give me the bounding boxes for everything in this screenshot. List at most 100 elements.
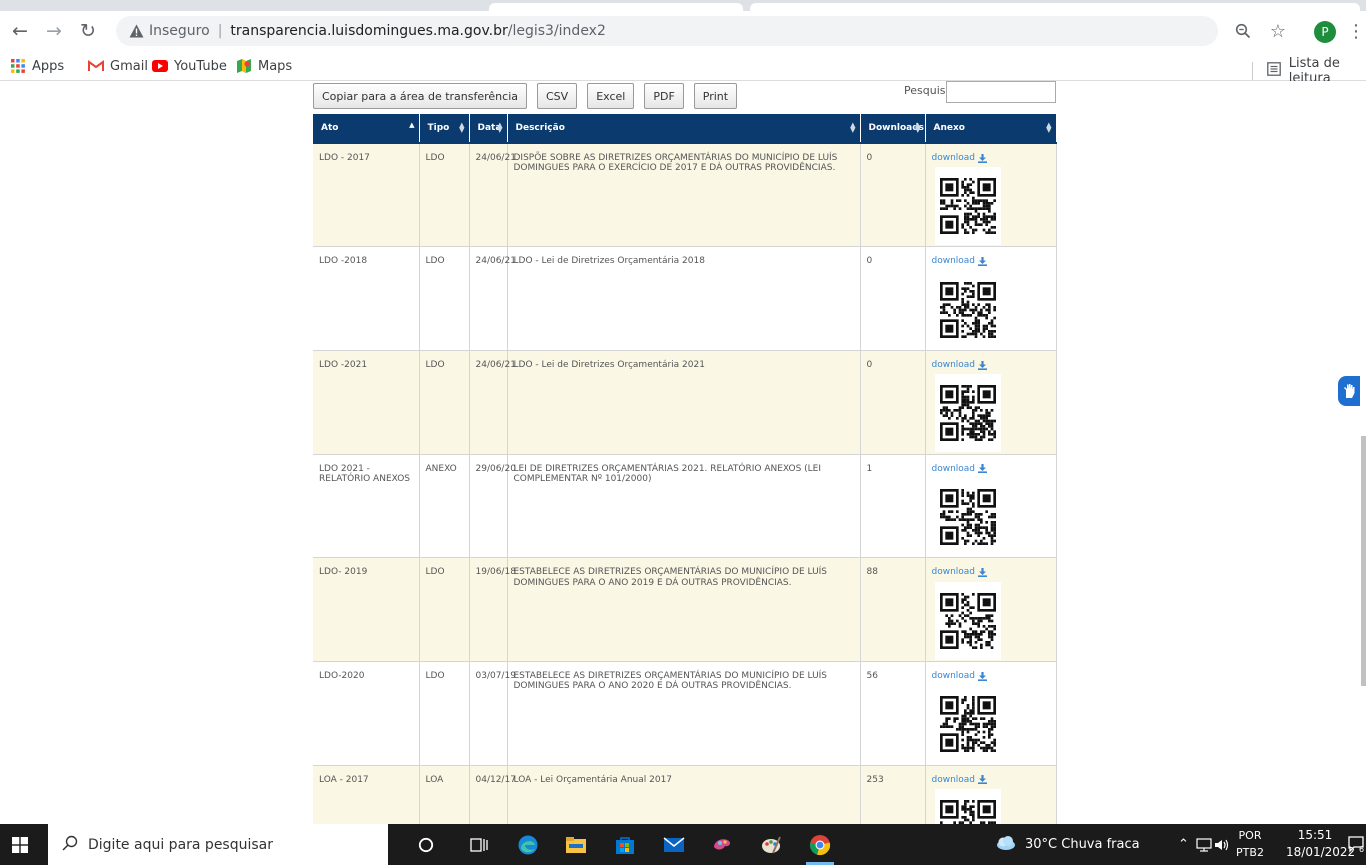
download-link[interactable]: download [932, 256, 1050, 266]
column-header-anexo[interactable]: Anexo ▲ ▼ [925, 114, 1057, 144]
column-header-downloads[interactable]: Downloads ▲ ▼ [860, 114, 926, 144]
url-host[interactable]: transparencia.luisdomingues.ma.gov.br [230, 23, 507, 39]
cell-ato: LDO 2021 - RELATÓRIO ANEXOS [313, 454, 420, 559]
tab-edge[interactable] [489, 3, 743, 11]
paint-3d-icon[interactable] [708, 831, 736, 859]
sort-asc-icon: ▲ [409, 121, 415, 129]
export-buttons: Copiar para a área de transferência CSV … [313, 83, 738, 109]
qr-code-image[interactable] [934, 788, 1001, 824]
taskbar-search-placeholder: Digite aqui para pesquisar [88, 836, 274, 853]
data-text: 03/07/19 [475, 670, 516, 681]
descricao-text: DISPÕE SOBRE AS DIRETRIZES ORÇAMENTÁRIAS… [513, 153, 838, 174]
input-language[interactable]: POR PTB2 [1230, 827, 1270, 861]
profile-avatar[interactable]: P [1314, 21, 1336, 43]
tab-edge[interactable] [750, 3, 1360, 11]
bookmark-star-icon[interactable]: ☆ [1266, 19, 1290, 43]
qr-code-image[interactable] [934, 270, 1001, 349]
download-link[interactable]: download [932, 464, 1050, 474]
cell-data: 19/06/18 [469, 557, 516, 662]
weather-widget[interactable]: 30°C Chuva fraca [995, 824, 1140, 865]
qr-code-image[interactable] [934, 477, 1001, 556]
cell-ato: LDO - 2017 [313, 143, 420, 248]
column-header-data[interactable]: Data ▲ ▼ [469, 114, 508, 144]
bookmark-label: Apps [32, 58, 65, 74]
page-scrollbar-thumb[interactable] [1361, 436, 1366, 686]
clock-date: 18/01/2022 [1286, 845, 1356, 859]
cell-anexo: download [925, 765, 1057, 824]
download-icon [978, 775, 988, 785]
network-icon[interactable] [1196, 824, 1212, 865]
download-link[interactable]: download [932, 671, 1050, 681]
download-link[interactable]: download [932, 153, 1050, 163]
taskbar-search-box[interactable]: Digite aqui para pesquisar [48, 824, 388, 865]
task-view-icon[interactable] [465, 831, 493, 859]
tipo-text: LDO [425, 153, 445, 163]
notifications-icon[interactable]: 6 [1347, 834, 1365, 854]
tipo-text: LDO [425, 670, 445, 681]
download-link[interactable]: download [932, 567, 1050, 577]
bookmarks-divider [1252, 62, 1253, 80]
download-link[interactable]: download [932, 360, 1050, 370]
windows-start-icon[interactable] [0, 824, 40, 865]
copy-button[interactable]: Copiar para a área de transferência [313, 83, 527, 109]
cell-anexo: download [925, 454, 1057, 559]
taskbar: Digite aqui para pesquisar 30°C Chuva fr… [0, 824, 1366, 865]
downloads-count: 0 [866, 359, 873, 370]
download-label: download [931, 567, 976, 578]
bookmark-youtube[interactable]: YouTube [152, 58, 227, 74]
microsoft-store-icon[interactable] [611, 831, 639, 859]
cell-tipo: LDO [419, 661, 470, 766]
tipo-text: LOA [425, 774, 444, 785]
qr-code-image[interactable] [934, 167, 1001, 246]
weather-icon [995, 835, 1017, 855]
bookmark-apps[interactable]: Apps [10, 58, 64, 74]
ato-text: LDO -2018 [319, 256, 368, 267]
mail-icon[interactable] [660, 831, 688, 859]
cell-descricao: LDO - Lei de Diretrizes Orçamentária 201… [507, 246, 861, 351]
paint-icon[interactable] [757, 831, 785, 859]
excel-button[interactable]: Excel [587, 83, 635, 109]
menu-kebab-icon[interactable]: ⋮ [1344, 19, 1366, 43]
qr-code-image[interactable] [934, 581, 1001, 660]
download-label: download [931, 774, 976, 785]
reload-icon[interactable]: ↻ [76, 19, 100, 43]
download-icon [978, 153, 988, 163]
sort-icon: ▲ ▼ [1046, 121, 1052, 134]
file-explorer-icon[interactable] [562, 831, 590, 859]
header-label: Tipo [427, 123, 450, 133]
accessibility-hand-icon[interactable] [1338, 376, 1360, 406]
column-header-tipo[interactable]: Tipo ▲ ▼ [419, 114, 470, 144]
csv-button[interactable]: CSV [537, 83, 578, 109]
qr-code-image[interactable] [934, 685, 1001, 764]
downloads-count: 253 [866, 774, 884, 785]
cortana-icon[interactable] [412, 831, 440, 859]
download-label: download [931, 359, 976, 370]
bookmark-maps[interactable]: Maps [236, 58, 292, 74]
address-bar[interactable]: Inseguro | transparencia.luisdomingues.m… [116, 16, 1218, 46]
volume-icon[interactable] [1214, 824, 1230, 865]
clock[interactable]: 15:51 18/01/2022 [1286, 827, 1356, 861]
clock-time: 15:51 [1297, 828, 1333, 842]
bookmark-gmail[interactable]: Gmail [88, 58, 148, 74]
search-input[interactable] [946, 81, 1056, 103]
descricao-text: LEI DE DIRETRIZES ORÇAMENTÁRIAS 2021. RE… [513, 463, 822, 484]
column-header-ato[interactable]: Ato ▲ [313, 114, 420, 144]
edge-browser-icon[interactable] [514, 831, 542, 859]
download-link[interactable]: download [932, 775, 1050, 785]
security-label[interactable]: Inseguro [149, 23, 210, 39]
chrome-icon[interactable] [806, 831, 834, 859]
data-text: 24/06/21 [475, 153, 516, 163]
warning-icon[interactable] [128, 23, 144, 39]
maps-icon [236, 58, 252, 74]
qr-code-image[interactable] [934, 374, 1001, 453]
acts-table: Ato ▲ Tipo ▲ ▼ Data ▲ ▼ Descrição ▲ ▼ Downloads… [313, 114, 1057, 824]
pdf-button[interactable]: PDF [644, 83, 684, 109]
column-header-descricao[interactable]: Descrição ▲ ▼ [507, 114, 861, 144]
back-icon[interactable]: ← [8, 19, 32, 43]
forward-icon[interactable]: → [42, 19, 66, 43]
zoom-icon[interactable] [1231, 19, 1255, 43]
tray-overflow-icon[interactable]: ⌃ [1178, 824, 1189, 865]
url-path[interactable]: /legis3/index2 [508, 23, 606, 39]
cell-tipo: ANEXO [419, 454, 470, 559]
print-button[interactable]: Print [693, 83, 738, 109]
